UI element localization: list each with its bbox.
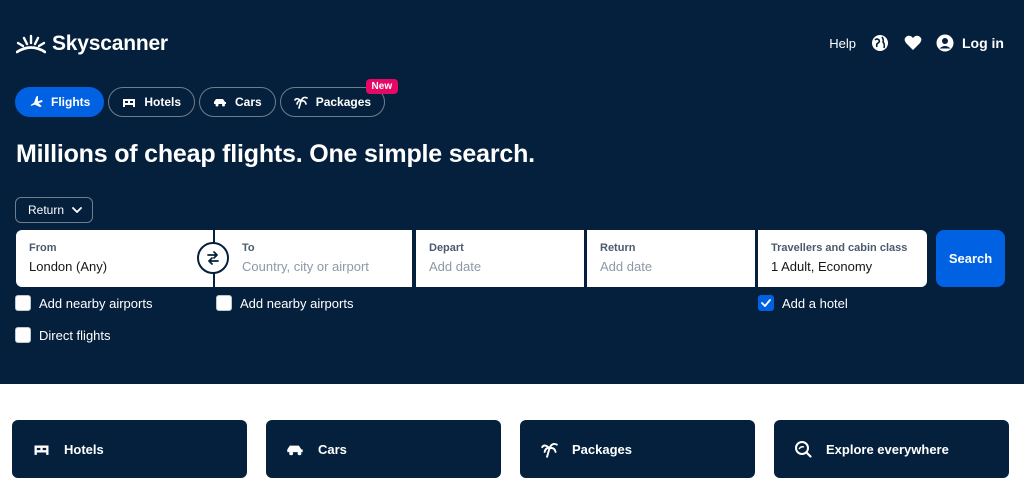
return-input[interactable]: Add date (600, 259, 742, 274)
swap-icon (207, 251, 219, 265)
return-label: Return (600, 242, 636, 254)
nearby-from-checkbox[interactable]: Add nearby airports (15, 295, 152, 311)
car-icon (213, 95, 227, 109)
header-actions: Help Log in (829, 32, 1004, 54)
tab-label: Hotels (144, 95, 182, 109)
tab-label: Flights (51, 95, 91, 109)
quick-links: Hotels Cars Packages Explore everywhere (12, 420, 1009, 478)
bed-icon (122, 95, 136, 109)
tab-hotels[interactable]: Hotels (108, 87, 196, 117)
swap-button[interactable] (197, 242, 229, 274)
depart-input[interactable]: Add date (429, 259, 571, 274)
explore-icon (794, 440, 812, 458)
from-value: London (Any) (29, 259, 108, 274)
palm-tree-icon (293, 95, 308, 109)
depart-label: Depart (429, 242, 464, 254)
chevron-down-icon (72, 207, 82, 213)
login-button[interactable]: Log in (936, 34, 1004, 52)
card-explore[interactable]: Explore everywhere (774, 420, 1009, 478)
account-icon (936, 34, 954, 52)
add-hotel-checkbox[interactable]: Add a hotel (758, 295, 848, 311)
checkbox-box[interactable] (216, 295, 232, 311)
card-label: Packages (572, 441, 632, 457)
tab-label: Cars (235, 95, 262, 109)
logo-text: Skyscanner (52, 32, 168, 55)
nearby-to-checkbox[interactable]: Add nearby airports (216, 295, 353, 311)
card-label: Hotels (64, 441, 104, 457)
car-icon (286, 440, 304, 458)
card-packages[interactable]: Packages (520, 420, 755, 478)
product-tabs: Flights Hotels Cars Packages New (15, 79, 399, 117)
travellers-value: 1 Adult, Economy (771, 259, 873, 274)
card-cars[interactable]: Cars (266, 420, 501, 478)
to-field[interactable]: To Country, city or airport (215, 230, 412, 287)
direct-flights-checkbox[interactable]: Direct flights (15, 327, 111, 343)
tab-label: Packages (315, 95, 372, 109)
checkbox-box[interactable] (758, 295, 774, 311)
card-label: Explore everywhere (826, 441, 949, 457)
tab-packages[interactable]: Packages New (279, 79, 399, 117)
login-label: Log in (962, 35, 1004, 51)
travellers-field[interactable]: Travellers and cabin class 1 Adult, Econ… (758, 230, 927, 287)
heart-icon[interactable] (903, 33, 923, 53)
skyscanner-logo[interactable]: Skyscanner (16, 32, 168, 56)
to-input[interactable]: Country, city or airport (242, 259, 399, 274)
card-label: Cars (318, 441, 347, 457)
depart-field[interactable]: Depart Add date (416, 230, 584, 287)
card-hotels[interactable]: Hotels (12, 420, 247, 478)
new-badge: New (365, 79, 399, 94)
tab-cars[interactable]: Cars (199, 87, 276, 117)
checkbox-label: Add nearby airports (39, 295, 153, 311)
help-link[interactable]: Help (829, 36, 856, 51)
trip-type-value: Return (28, 203, 65, 217)
hero-section: Skyscanner Help Log in Flights Hotels Ca… (0, 0, 1024, 384)
checkbox-label: Add nearby airports (240, 295, 354, 311)
plane-icon (29, 95, 43, 109)
from-label: From (29, 242, 57, 254)
bed-icon (32, 440, 50, 458)
tab-flights[interactable]: Flights (15, 87, 105, 117)
search-button[interactable]: Search (936, 230, 1005, 287)
sunrise-icon (16, 34, 46, 54)
from-field[interactable]: From London (Any) (16, 230, 213, 287)
travellers-label: Travellers and cabin class (771, 242, 908, 254)
checkbox-box[interactable] (15, 327, 31, 343)
checkmark-icon (761, 299, 771, 307)
page-title: Millions of cheap flights. One simple se… (16, 140, 535, 168)
checkbox-box[interactable] (15, 295, 31, 311)
return-field[interactable]: Return Add date (587, 230, 755, 287)
palm-tree-icon (540, 440, 558, 458)
checkbox-label: Direct flights (39, 327, 111, 343)
globe-icon[interactable] (870, 33, 890, 53)
checkbox-label: Add a hotel (782, 295, 848, 311)
trip-type-select[interactable]: Return (15, 197, 94, 223)
to-label: To (242, 242, 255, 254)
